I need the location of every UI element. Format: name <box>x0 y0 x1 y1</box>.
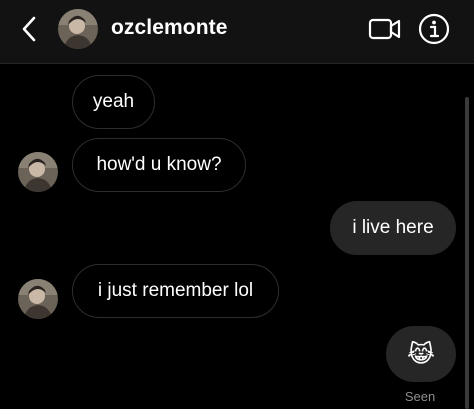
message-thread[interactable]: yeah how'd u know? i live here i just re… <box>0 65 474 409</box>
sender-avatar[interactable] <box>18 279 58 319</box>
message-bubble-sent[interactable]: i live here <box>330 201 456 255</box>
profile-photo <box>58 9 98 49</box>
message-bubble-received[interactable]: how'd u know? <box>72 138 246 192</box>
video-call-button[interactable] <box>366 14 404 44</box>
message-text: how'd u know? <box>96 154 222 175</box>
message-text: i live here <box>352 217 434 238</box>
message-bubble-received[interactable]: yeah <box>72 75 155 129</box>
profile-photo <box>18 152 58 192</box>
dm-thread-screen: ozclemonte yeah how'd u know? i live her… <box>0 0 474 409</box>
sender-avatar[interactable] <box>18 152 58 192</box>
back-button[interactable] <box>14 14 44 44</box>
scrollbar[interactable] <box>465 97 469 409</box>
profile-photo <box>18 279 58 319</box>
chevron-left-icon <box>22 16 36 42</box>
message-text: yeah <box>92 91 135 112</box>
seen-status: Seen <box>404 389 436 404</box>
message-text: i just remember lol <box>97 280 254 301</box>
info-button[interactable] <box>418 13 450 45</box>
message-bubble-received[interactable]: i just remember lol <box>72 264 279 318</box>
chat-header: ozclemonte <box>0 0 474 64</box>
emoji-message-bubble[interactable]: 😹 <box>386 326 456 382</box>
cat-tears-of-joy-emoji: 😹 <box>406 340 436 368</box>
info-icon <box>418 13 450 45</box>
chat-username[interactable]: ozclemonte <box>111 16 228 40</box>
video-camera-icon <box>368 18 401 40</box>
header-avatar[interactable] <box>58 9 98 49</box>
